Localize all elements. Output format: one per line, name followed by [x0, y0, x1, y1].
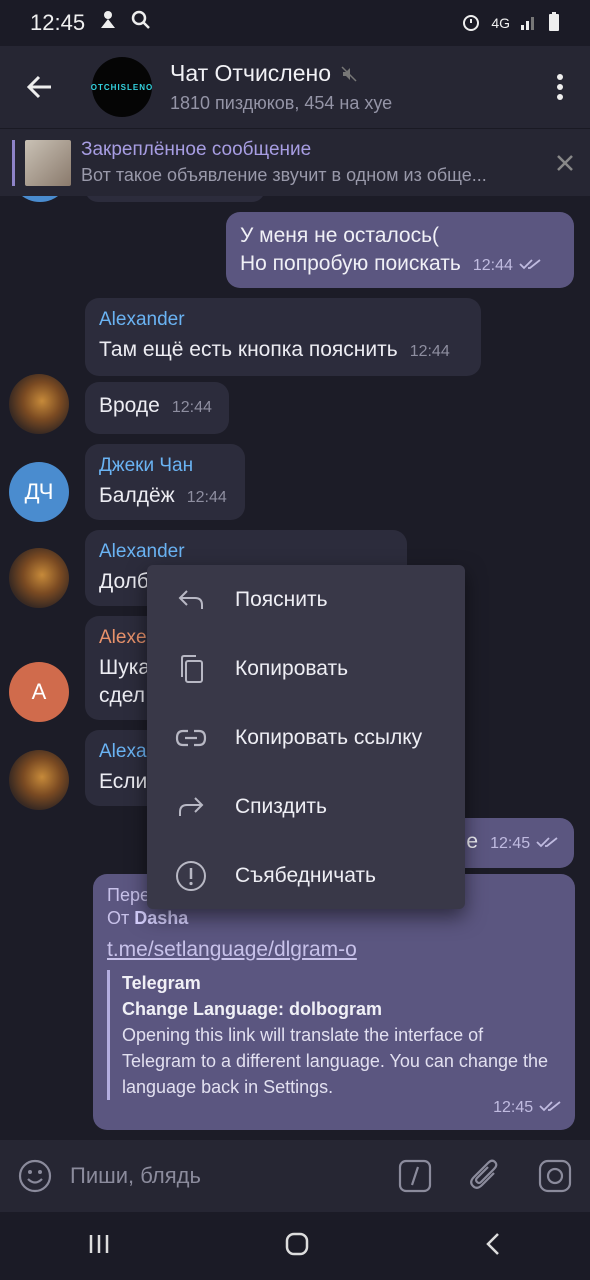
menu-item-label: Копировать ссылку — [235, 725, 423, 749]
message-bubble-forwarded[interactable]: Пере От Dasha t.me/setlanguage/dlgram-o … — [93, 874, 575, 1130]
message-input[interactable] — [70, 1163, 380, 1189]
forward-from-name[interactable]: Dasha — [134, 908, 188, 928]
instagram-camera-icon — [538, 1159, 572, 1193]
menu-item-report[interactable]: Съябедничать — [147, 841, 465, 910]
avatar[interactable]: A — [9, 662, 69, 722]
signal-icon — [520, 13, 538, 34]
home-icon — [285, 1232, 309, 1255]
message-text: Балдёж — [99, 484, 175, 507]
recent-apps-button[interactable] — [87, 1232, 111, 1261]
double-check-icon — [539, 1101, 561, 1112]
message-time: 12:45 — [490, 835, 531, 852]
avatar[interactable] — [9, 374, 69, 434]
camera-button[interactable] — [520, 1159, 590, 1193]
recent-apps-icon — [89, 1234, 108, 1253]
avatar[interactable]: ДЧ — [9, 462, 69, 522]
arrow-left-icon — [27, 75, 51, 99]
report-icon — [176, 860, 206, 891]
message-text: е — [466, 830, 479, 853]
context-menu: Пояснить Копировать Копировать ссылку Сп… — [147, 565, 465, 909]
pinned-title: Закреплённое сообщение — [81, 139, 312, 160]
menu-item-copy[interactable]: Копировать — [147, 634, 465, 703]
preview-title: Change Language: dolbogram — [122, 999, 383, 1019]
preview-site: Telegram — [122, 973, 201, 993]
message-text: Но попробую поискать — [240, 252, 461, 275]
message-sender: Alexander — [99, 309, 185, 330]
menu-item-label: Спиздить — [235, 794, 327, 818]
chat-title: Чат Отчислено — [170, 60, 331, 86]
chat-subtitle: 1810 пиздюков, 454 на хуе — [170, 93, 393, 113]
message-bubble[interactable]: У меня не осталось( Но попробую поискать… — [226, 212, 574, 288]
avatar-partial — [10, 196, 70, 202]
alarm-icon — [461, 12, 481, 35]
search-icon — [131, 10, 151, 36]
message-bubble-partial — [85, 196, 265, 202]
back-button[interactable] — [0, 46, 80, 128]
chevron-left-icon — [486, 1232, 500, 1255]
avatar[interactable] — [9, 750, 69, 810]
forward-from-prefix: От — [107, 908, 130, 928]
chat-avatar[interactable]: OTCHISLENO — [90, 57, 154, 117]
message-sender: Джеки Чан — [99, 455, 194, 476]
message-text: Вроде — [99, 394, 160, 417]
pinned-thumbnail — [25, 139, 71, 186]
message-time: 12:45 — [493, 1099, 534, 1116]
chat-header: OTCHISLENO Чат Отчислено 1810 пиздюков, … — [0, 46, 590, 128]
system-nav-bar — [0, 1212, 590, 1280]
message-bubble[interactable]: Вроде 12:44 — [85, 382, 229, 434]
home-button[interactable] — [284, 1231, 310, 1262]
message-text: Там ещё есть кнопка пояснить — [99, 338, 398, 361]
chat-info[interactable]: Чат Отчислено 1810 пиздюков, 454 на хуе — [170, 60, 530, 114]
emoji-button[interactable] — [0, 1159, 70, 1193]
menu-item-copy-link[interactable]: Копировать ссылку — [147, 703, 465, 772]
battery-icon — [548, 11, 560, 35]
menu-item-forward[interactable]: Спиздить — [147, 772, 465, 841]
message-bubble[interactable]: Джеки Чан Балдёж 12:44 — [85, 444, 245, 520]
message-composer — [0, 1140, 590, 1212]
avatar[interactable] — [9, 548, 69, 608]
menu-item-label: Съябедничать — [235, 863, 376, 887]
message-bubble[interactable]: Alexander Там ещё есть кнопка пояснить 12… — [85, 298, 481, 376]
forward-icon — [179, 796, 204, 816]
pinned-message[interactable]: Закреплённое сообщение Вот такое объявле… — [0, 128, 590, 196]
reply-icon — [178, 589, 203, 609]
menu-item-label: Пояснить — [235, 587, 328, 611]
more-button[interactable] — [530, 46, 590, 128]
network-label: 4G — [491, 15, 510, 31]
copy-icon — [181, 654, 203, 683]
close-icon — [557, 154, 573, 171]
message-text: У меня не осталось( — [240, 224, 440, 247]
paperclip-icon — [470, 1159, 498, 1189]
message-time: 12:44 — [186, 489, 227, 506]
muted-icon — [341, 65, 357, 82]
double-check-icon — [519, 259, 541, 270]
message-link[interactable]: t.me/setlanguage/dlgram-o — [107, 936, 561, 964]
pinned-body: Вот такое объявление звучит в одном из о… — [81, 165, 487, 185]
menu-item-label: Копировать — [235, 656, 349, 680]
link-preview[interactable]: Telegram Change Language: dolbogram Open… — [107, 970, 561, 1100]
notification-icon — [99, 10, 117, 36]
chat-avatar-logo: OTCHISLENO — [90, 82, 154, 92]
slash-command-icon — [398, 1159, 432, 1193]
emoji-icon — [18, 1159, 52, 1193]
system-back-button[interactable] — [483, 1231, 503, 1262]
status-bar: 12:45 4G — [0, 0, 590, 46]
more-vertical-icon — [557, 74, 563, 100]
bot-commands-button[interactable] — [380, 1159, 450, 1193]
menu-item-reply[interactable]: Пояснить — [147, 565, 465, 634]
message-time: 12:44 — [409, 343, 450, 360]
attach-button[interactable] — [450, 1159, 520, 1193]
status-time: 12:45 — [30, 10, 86, 35]
pinned-indicator — [12, 139, 15, 186]
double-check-icon — [536, 837, 558, 848]
preview-text: Opening this link will translate the int… — [122, 1025, 548, 1097]
message-time: 12:44 — [171, 399, 212, 416]
message-time: 12:44 — [472, 257, 513, 274]
message-sender: Alexander — [99, 541, 185, 562]
link-icon — [175, 729, 207, 746]
pinned-close-button[interactable] — [540, 154, 590, 172]
